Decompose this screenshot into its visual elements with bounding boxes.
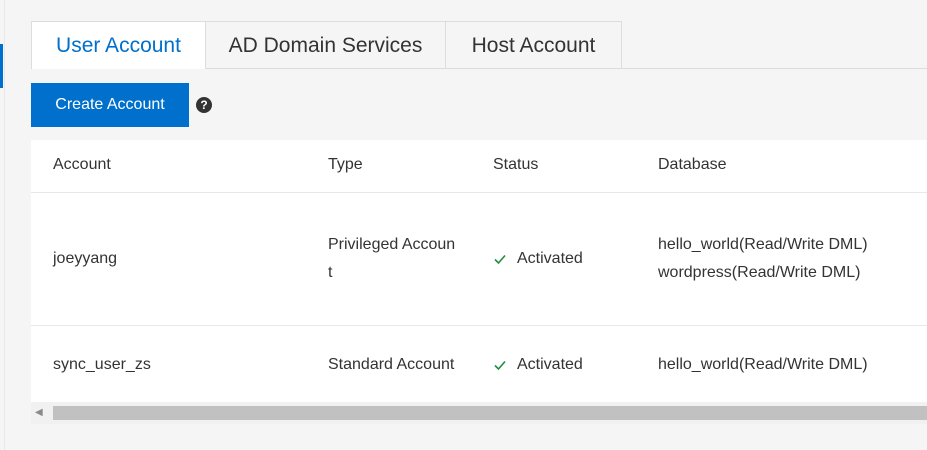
- account-type: Standard Account: [328, 356, 455, 373]
- tab-bar: User Account AD Domain Services Host Acc…: [31, 21, 927, 69]
- check-icon: [493, 358, 507, 372]
- create-account-button[interactable]: Create Account: [31, 83, 189, 127]
- account-status: Activated: [493, 245, 643, 273]
- database-entry: hello_world(Read/Write DML): [658, 356, 868, 373]
- header-database: Database: [658, 156, 727, 173]
- header-type: Type: [328, 156, 363, 173]
- header-status: Status: [493, 156, 539, 173]
- account-name: sync_user_zs: [53, 356, 151, 373]
- tab-host-account[interactable]: Host Account: [446, 21, 622, 68]
- table-row: sync_user_zs Standard Account Activated …: [31, 326, 927, 404]
- account-databases: hello_world(Read/Write DML): [658, 351, 918, 379]
- database-entry: hello_world(Read/Write DML): [658, 236, 868, 253]
- horizontal-scrollbar[interactable]: ◀: [31, 402, 927, 424]
- database-entry: wordpress(Read/Write DML): [658, 264, 861, 281]
- scroll-left-icon[interactable]: ◀: [35, 407, 47, 419]
- account-type: Privileged Account: [328, 236, 456, 281]
- table-header: Account Type Status Database: [31, 140, 927, 193]
- accounts-table: Account Type Status Database joeyyang Pr…: [31, 140, 927, 404]
- scroll-thumb[interactable]: [53, 406, 927, 420]
- account-panel: User Account AD Domain Services Host Acc…: [31, 0, 927, 450]
- account-databases: hello_world(Read/Write DML) wordpress(Re…: [658, 231, 918, 287]
- table-row: joeyyang Privileged Account Activated he…: [31, 193, 927, 326]
- tab-user-account[interactable]: User Account: [31, 21, 206, 69]
- tab-ad-domain-services[interactable]: AD Domain Services: [206, 21, 446, 68]
- help-icon[interactable]: ?: [196, 97, 212, 113]
- header-account: Account: [53, 156, 111, 173]
- nav-indicator: [0, 44, 3, 88]
- check-icon: [493, 252, 507, 266]
- status-text: Activated: [517, 356, 583, 373]
- account-status: Activated: [493, 351, 643, 379]
- status-text: Activated: [517, 250, 583, 267]
- left-rail: [0, 0, 5, 450]
- account-name: joeyyang: [53, 250, 118, 267]
